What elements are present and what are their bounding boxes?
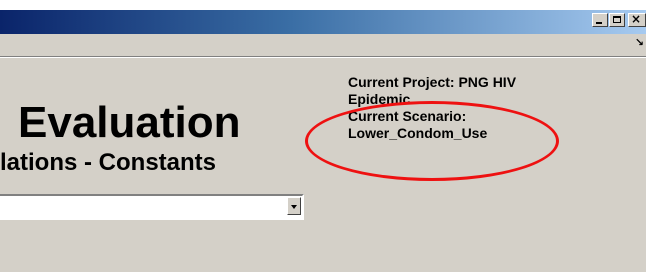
- current-scenario-label: Current Scenario:: [348, 108, 467, 124]
- current-project-label: Current Project: PNG HIV: [348, 74, 517, 90]
- dropdown-button[interactable]: [287, 197, 301, 215]
- desktop-strip: [0, 0, 646, 10]
- title-bar[interactable]: [0, 10, 646, 34]
- chevron-down-icon: [291, 205, 297, 209]
- menu-bar: [0, 34, 646, 56]
- close-icon: ×: [631, 12, 642, 26]
- page-title: Evaluation: [18, 98, 241, 147]
- current-project-name-continued: Epidemic: [348, 91, 411, 107]
- selection-dropdown[interactable]: [0, 194, 304, 220]
- project-info-panel: Current Project: PNG HIV Epidemic Curren…: [348, 74, 588, 142]
- menu-corner-icon[interactable]: ↘: [635, 36, 644, 49]
- maximize-button[interactable]: [609, 13, 625, 27]
- minimize-icon: [596, 22, 602, 24]
- menu-separator: [0, 56, 646, 58]
- minimize-button[interactable]: [592, 13, 608, 27]
- page-subtitle: lations - Constants: [0, 149, 217, 176]
- current-scenario-value: Lower_Condom_Use: [348, 125, 488, 141]
- maximize-icon: [613, 16, 621, 23]
- application-window: × ↘ Evaluation lations - Constants Curre…: [0, 0, 646, 272]
- close-button[interactable]: ×: [628, 13, 646, 27]
